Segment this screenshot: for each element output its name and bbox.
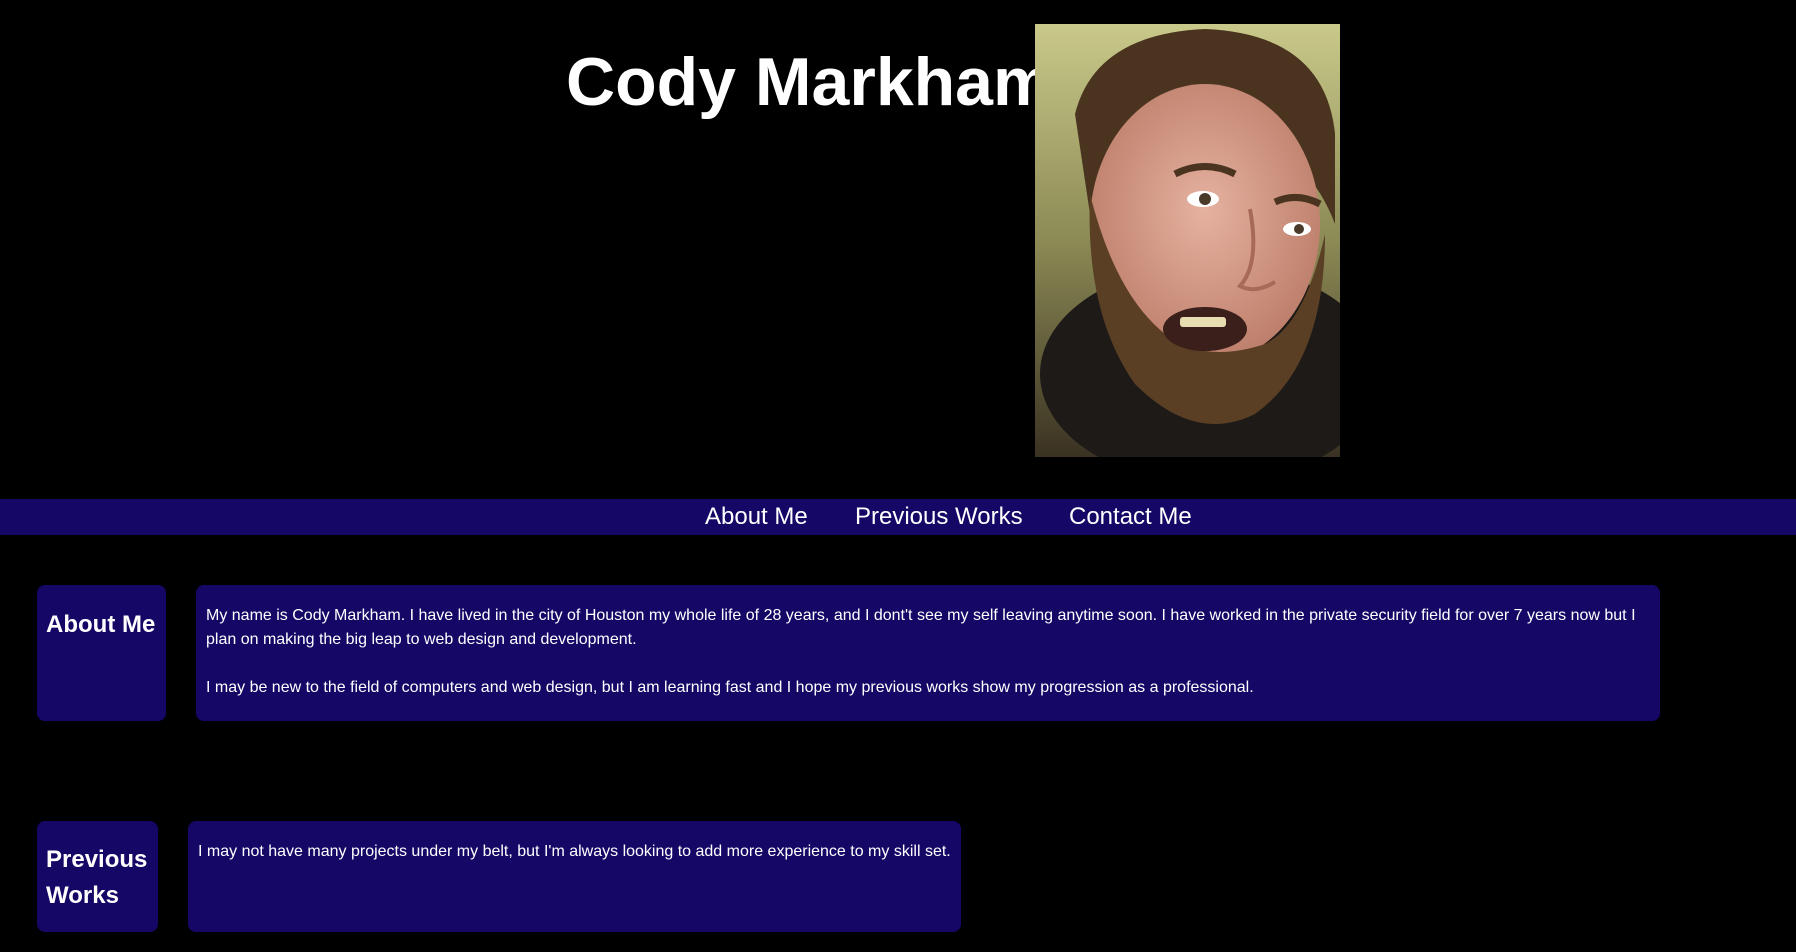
nav-link-contact-me[interactable]: Contact Me [1069,499,1192,535]
previous-works-paragraph: I may not have many projects under my be… [198,843,951,860]
profile-photo [1035,24,1340,457]
about-me-paragraph-1: My name is Cody Markham. I have lived in… [206,607,1636,648]
about-me-content-box: My name is Cody Markham. I have lived in… [196,585,1660,721]
page: Cody Markham About Me Previous Works Con… [0,0,1796,952]
about-me-heading: About Me [46,611,156,638]
about-me-heading-box: About Me [37,585,166,721]
previous-works-heading-box: Previous Works [37,821,158,932]
previous-works-heading: Previous Works [46,846,148,909]
site-title: Cody Markham [566,44,1054,120]
nav-bar: About Me Previous Works Contact Me [0,499,1796,535]
portrait-photo-icon [1035,24,1340,457]
nav-link-previous-works[interactable]: Previous Works [855,499,1023,535]
about-me-paragraph-2: I may be new to the field of computers a… [206,679,1254,696]
nav-link-about-me[interactable]: About Me [705,499,808,535]
previous-works-content-box: I may not have many projects under my be… [188,821,961,932]
